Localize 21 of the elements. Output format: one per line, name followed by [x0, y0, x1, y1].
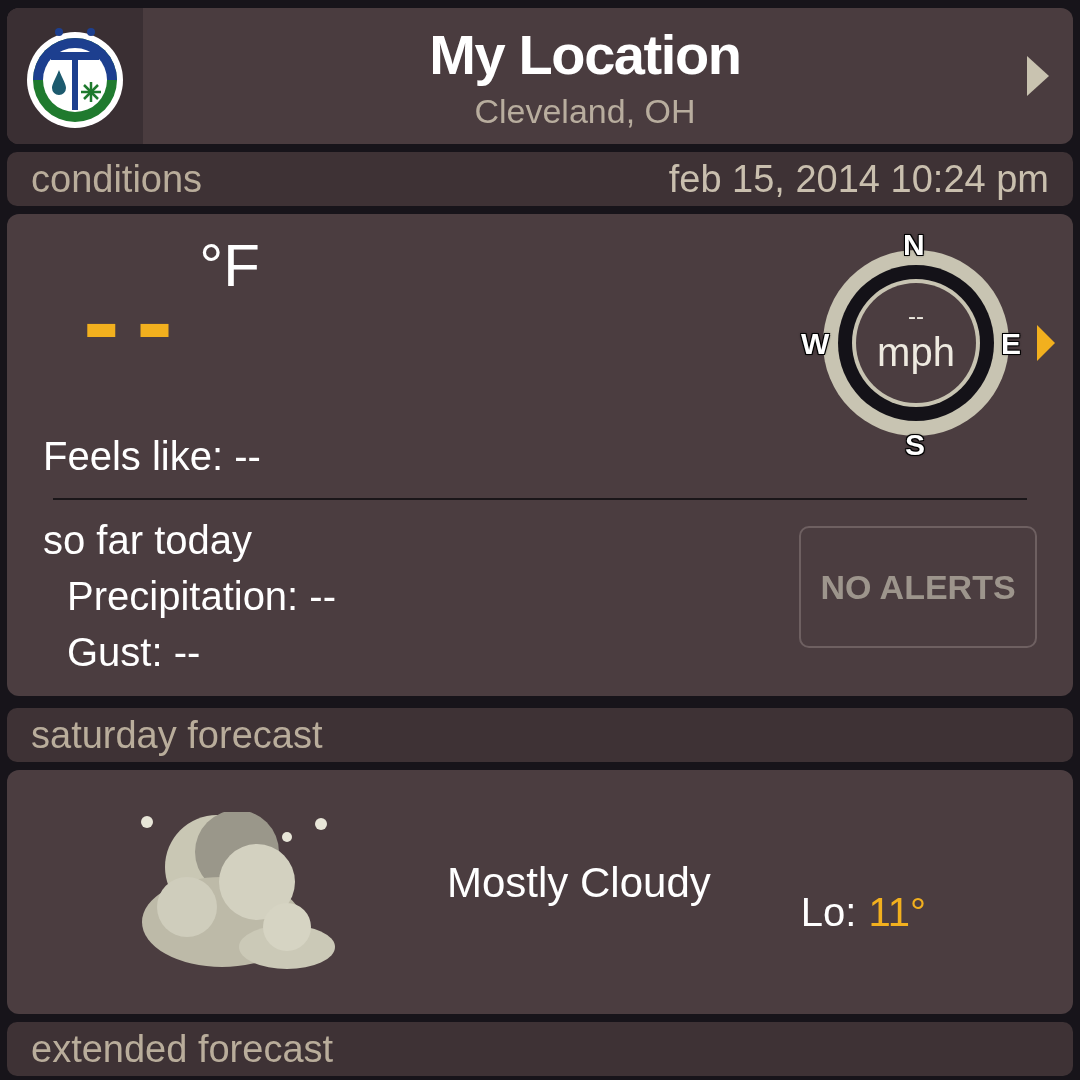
- so-far-today-line: Gust: --: [66, 629, 202, 676]
- feels-like: Feels like: --: [43, 433, 261, 480]
- location-city: Cleveland, OH: [474, 90, 696, 132]
- temperature-unit: °F: [199, 236, 260, 296]
- location-title: My Location: [429, 21, 741, 88]
- wind-speed: --: [907, 304, 925, 328]
- forecast-summary: Mostly Cloudy: [447, 857, 711, 908]
- so-far-today-line: Precipitation: --: [66, 573, 336, 620]
- compass-south: S: [905, 430, 925, 460]
- low-label: Lo:: [800, 889, 857, 936]
- wind-unit: mph: [876, 332, 956, 372]
- section-title: conditions: [31, 156, 203, 202]
- section-title: saturday forecast: [31, 712, 323, 758]
- alerts-button[interactable]: NO ALERTS: [799, 526, 1037, 648]
- next-arrow-icon[interactable]: [1027, 56, 1049, 96]
- next-arrow-icon[interactable]: [1037, 325, 1055, 361]
- timestamp: feb 15, 2014 10:24 pm: [668, 156, 1049, 202]
- temperature: --: [83, 266, 190, 376]
- section-title: extended forecast: [31, 1026, 334, 1072]
- so-far-today-title: so far today: [43, 517, 253, 564]
- low-temperature: 11°: [868, 889, 926, 936]
